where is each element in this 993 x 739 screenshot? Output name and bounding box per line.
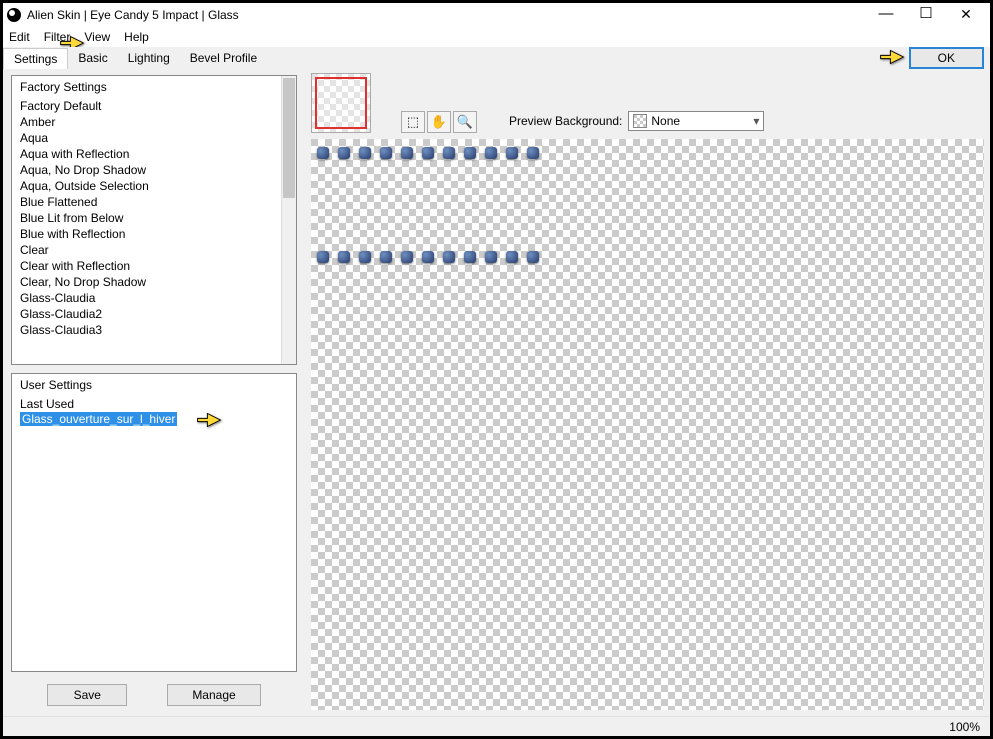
statusbar: 100% [3, 716, 990, 736]
preview-bg-value: None [651, 114, 680, 128]
tool-zoom[interactable]: 🔍 [453, 111, 477, 133]
menu-view[interactable]: View [84, 30, 110, 44]
right-panel: ⬚ ✋ 🔍 Preview Background: None [305, 69, 990, 716]
factory-settings-listbox[interactable]: Factory Settings Factory DefaultAmberAqu… [11, 75, 297, 365]
tab-settings[interactable]: Settings [3, 48, 68, 69]
list-item[interactable]: Clear with Reflection [20, 258, 288, 274]
tool-selection[interactable]: ⬚ [401, 111, 425, 133]
tab-bevel-profile[interactable]: Bevel Profile [180, 48, 267, 68]
list-item[interactable]: Amber [20, 114, 288, 130]
hand-pointer-icon [196, 410, 222, 430]
list-item[interactable]: Aqua, No Drop Shadow [20, 162, 288, 178]
menu-filter[interactable]: Filter [44, 30, 71, 44]
tool-hand[interactable]: ✋ [427, 111, 451, 133]
list-item[interactable]: Aqua [20, 130, 288, 146]
titlebar: Alien Skin | Eye Candy 5 Impact | Glass … [3, 3, 990, 27]
thumbnail-selector [315, 77, 367, 129]
zoom-level: 100% [949, 720, 980, 734]
list-item[interactable]: Factory Default [20, 98, 288, 114]
app-icon [7, 8, 21, 22]
menu-help[interactable]: Help [124, 30, 149, 44]
preview-bg-label: Preview Background: [509, 114, 622, 128]
preview-canvas[interactable] [311, 139, 984, 710]
factory-header: Factory Settings [12, 76, 296, 98]
ok-button[interactable]: OK [909, 47, 984, 69]
maximize-button[interactable]: ☐ [906, 4, 946, 26]
list-item[interactable]: Glass-Claudia [20, 290, 288, 306]
list-item[interactable]: Blue with Reflection [20, 226, 288, 242]
list-item[interactable]: Glass-Claudia2 [20, 306, 288, 322]
list-item[interactable]: Blue Flattened [20, 194, 288, 210]
manage-button[interactable]: Manage [167, 684, 260, 706]
list-item[interactable]: Last Used [20, 396, 288, 412]
user-settings-listbox[interactable]: User Settings Last UsedGlass_ouverture_s… [11, 373, 297, 672]
scrollbar[interactable] [281, 76, 296, 364]
swatch-icon [633, 114, 647, 128]
tab-lighting[interactable]: Lighting [118, 48, 180, 68]
window-title: Alien Skin | Eye Candy 5 Impact | Glass [27, 8, 866, 22]
close-button[interactable]: ✕ [946, 4, 986, 26]
scroll-thumb[interactable] [283, 78, 295, 198]
list-item[interactable]: Blue Lit from Below [20, 210, 288, 226]
preview-bg-dropdown[interactable]: None [628, 111, 764, 131]
menubar: Edit Filter View Help [3, 27, 990, 47]
list-item[interactable]: Clear, No Drop Shadow [20, 274, 288, 290]
tab-basic[interactable]: Basic [68, 48, 117, 68]
list-item[interactable]: Aqua, Outside Selection [20, 178, 288, 194]
minimize-button[interactable]: — [866, 4, 906, 26]
glyph-row [317, 147, 539, 159]
list-item[interactable]: Glass-Claudia3 [20, 322, 288, 338]
list-item[interactable]: Glass_ouverture_sur_l_hiver [20, 412, 177, 426]
user-header: User Settings [12, 374, 296, 396]
list-item[interactable]: Aqua with Reflection [20, 146, 288, 162]
preview-thumbnail[interactable] [311, 73, 371, 133]
left-panel: Factory Settings Factory DefaultAmberAqu… [3, 69, 305, 716]
save-button[interactable]: Save [47, 684, 127, 706]
menu-edit[interactable]: Edit [9, 30, 30, 44]
tabbar: Settings Basic Lighting Bevel Profile [3, 47, 990, 69]
list-item[interactable]: Clear [20, 242, 288, 258]
glyph-row [317, 251, 539, 263]
